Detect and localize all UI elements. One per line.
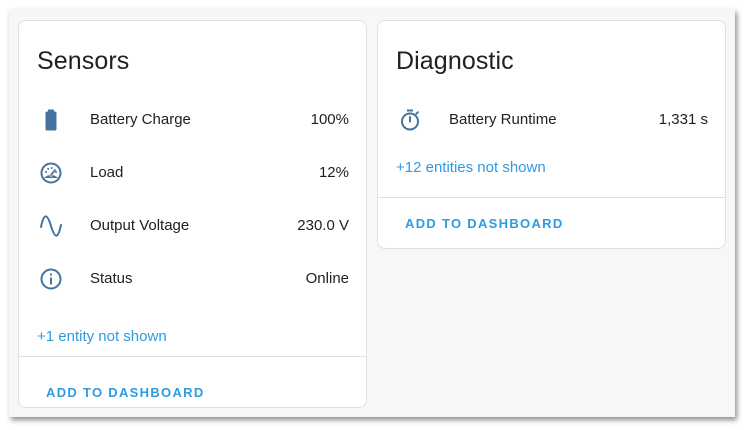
entity-value: 1,331 s (658, 111, 708, 128)
card-title: Sensors (37, 47, 130, 75)
entity-value: 100% (310, 111, 349, 128)
more-entities-link[interactable]: +1 entity not shown (37, 328, 167, 345)
entity-label: Battery Charge (90, 111, 191, 128)
card-divider (378, 197, 725, 198)
card-divider (19, 356, 366, 357)
more-entities-link[interactable]: +12 entities not shown (396, 159, 546, 176)
entity-label: Status (90, 270, 133, 287)
timer-icon (398, 108, 422, 132)
sensors-card: Sensors Battery Charge 100% Load 12% Out… (18, 20, 367, 408)
sine-wave-icon (39, 214, 63, 238)
card-title: Diagnostic (396, 47, 514, 75)
entity-row-battery-runtime[interactable]: Battery Runtime 1,331 s (378, 100, 725, 140)
add-to-dashboard-button[interactable]: ADD TO DASHBOARD (46, 385, 205, 400)
entity-label: Battery Runtime (449, 111, 557, 128)
entity-label: Output Voltage (90, 217, 190, 234)
entity-row-status[interactable]: Status Online (19, 259, 366, 299)
diagnostic-card: Diagnostic Battery Runtime 1,331 s +12 e… (377, 20, 726, 249)
dashboard-panel: Sensors Battery Charge 100% Load 12% Out… (9, 9, 735, 417)
entity-row-battery-charge[interactable]: Battery Charge 100% (19, 100, 366, 140)
entity-value: Online (305, 270, 349, 287)
entity-value: 12% (318, 164, 349, 181)
gauge-icon (39, 161, 63, 185)
battery-icon (39, 108, 63, 132)
add-to-dashboard-button[interactable]: ADD TO DASHBOARD (405, 216, 564, 231)
entity-row-output-voltage[interactable]: Output Voltage 230.0 V (19, 206, 366, 246)
info-icon (39, 267, 63, 291)
entity-value: 230.0 V (297, 217, 349, 234)
entity-row-load[interactable]: Load 12% (19, 153, 366, 193)
entity-label: Load (90, 164, 124, 181)
